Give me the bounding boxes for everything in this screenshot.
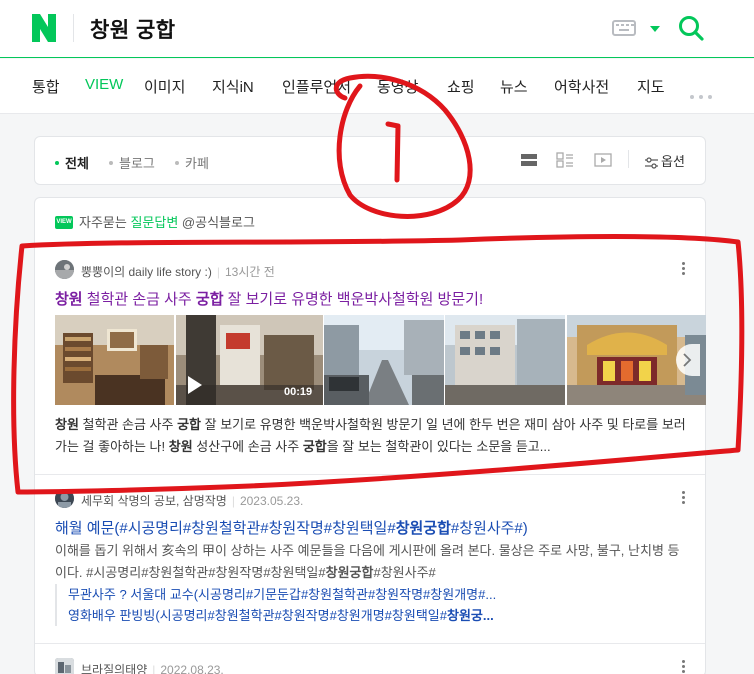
thumbnail-building[interactable]	[445, 315, 565, 405]
video-view-icon[interactable]	[594, 152, 612, 168]
filter-all-label: 전체	[65, 156, 89, 171]
post-time: 2023.05.23.	[239, 494, 304, 508]
naver-logo-icon[interactable]	[32, 14, 56, 42]
keyboard-icon[interactable]	[612, 20, 636, 36]
text-segment: 철학관 손금 사주	[82, 291, 196, 308]
highlight-text: 창원	[55, 417, 79, 432]
search-icon[interactable]	[678, 15, 704, 41]
result-1-title[interactable]: 창원 철학관 손금 사주 궁합 잘 보기로 유명한 백운박사철학원 방문기!	[55, 288, 483, 309]
post-time: 13시간 전	[224, 265, 275, 279]
highlight-text: 창원궁합	[395, 520, 451, 537]
video-duration: 00:19	[284, 386, 313, 398]
text-segment: 성산구에 손금 사주	[192, 439, 303, 454]
highlight-text: 궁합	[302, 439, 327, 454]
result-3-meta: 브라질의태양 | 2022.08.23.	[81, 661, 224, 674]
tab-shopping[interactable]: 쇼핑	[447, 76, 475, 97]
chevron-right-icon	[683, 353, 692, 367]
tab-influencer[interactable]: 인플루언서	[282, 76, 351, 97]
view-badge-icon: VIEW	[55, 216, 73, 230]
thumbnail-office[interactable]	[55, 315, 174, 405]
faq-highlight: 질문답변	[130, 215, 179, 230]
tab-knowledge-in[interactable]: 지식iN	[212, 76, 254, 97]
search-tabs: 통합 VIEW 이미지 지식iN 인플루언서 동영상 쇼핑 뉴스 어학사전 지도	[0, 59, 754, 114]
active-dot-icon	[55, 160, 59, 165]
post-time: 2022.08.23.	[160, 663, 224, 674]
header-divider	[73, 14, 74, 42]
more-options-icon[interactable]	[682, 660, 686, 674]
avatar[interactable]	[55, 489, 74, 508]
tab-news[interactable]: 뉴스	[500, 76, 528, 97]
more-options-icon[interactable]	[682, 491, 686, 506]
thumbnail-street[interactable]	[324, 315, 444, 405]
chevron-down-icon[interactable]	[650, 26, 660, 32]
search-header: 창원 궁합	[0, 0, 754, 58]
text-segment: #창원사주#)	[450, 520, 528, 537]
highlight-text: 궁합	[195, 291, 224, 308]
result-1-description: 창원 철학관 손금 사주 궁합 잘 보기로 유명한 백운박사철학원 방문기 일 …	[55, 414, 687, 458]
options-button[interactable]: 옵션	[645, 151, 685, 170]
result-divider	[35, 474, 705, 475]
result-divider	[35, 643, 705, 644]
dot-icon	[109, 160, 113, 165]
text-segment: 무관사주 ? 서울대 교수(시공명리#기문둔갑#창원철학관#창원작명#창원개명#…	[68, 587, 497, 602]
text-segment: 영화배우 판빙빙(시공명리#창원철학관#창원작명#창원개명#창원택일#	[68, 608, 447, 623]
related-links: 무관사주 ? 서울대 교수(시공명리#기문둔갑#창원철학관#창원작명#창원개명#…	[55, 584, 496, 626]
avatar[interactable]	[55, 658, 74, 674]
settings-sliders-icon	[645, 156, 658, 169]
text-segment: 해월 예문(#시공명리#창원철학관#창원작명#창원택일#	[55, 520, 396, 537]
text-segment: 철학관 손금 사주	[78, 417, 178, 432]
filter-blog-label: 블로그	[119, 156, 155, 171]
play-icon[interactable]	[188, 376, 202, 394]
list-view-icon[interactable]	[520, 152, 538, 168]
result-2-description: 이해를 돕기 위해서 亥속의 甲이 상하는 사주 예문들을 다음에 게시판에 올…	[55, 540, 687, 584]
related-link[interactable]: 영화배우 판빙빙(시공명리#창원철학관#창원작명#창원개명#창원택일#창원궁..…	[68, 605, 496, 626]
highlight-text: 창원궁...	[446, 608, 494, 623]
highlight-text: 창원	[55, 291, 83, 308]
highlight-text: 창원	[168, 439, 193, 454]
author-name[interactable]: 브라질의태양	[81, 663, 147, 674]
text-segment: 을 잘 보는 철학관이 있다는 소문을 듣고...	[326, 439, 551, 454]
related-link[interactable]: 무관사주 ? 서울대 교수(시공명리#기문둔갑#창원철학관#창원작명#창원개명#…	[68, 584, 496, 605]
filter-all[interactable]: 전체	[55, 153, 89, 172]
options-label: 옵션	[661, 154, 685, 169]
faq-suffix: @공식블로그	[178, 215, 255, 230]
tab-integrated[interactable]: 통합	[32, 76, 60, 97]
result-2-title[interactable]: 해월 예문(#시공명리#창원철학관#창원작명#창원택일#창원궁합#창원사주#)	[55, 517, 528, 538]
faq-header[interactable]: VIEW 자주묻는 질문답변 @공식블로그	[55, 212, 255, 231]
more-tabs-icon[interactable]	[690, 86, 717, 104]
result-1-meta: 뿡뿡이의 daily life story :) | 13시간 전	[81, 265, 275, 279]
avatar[interactable]	[55, 260, 74, 279]
tab-images[interactable]: 이미지	[144, 76, 185, 97]
next-thumbnail-button[interactable]	[676, 344, 700, 376]
filter-cafe[interactable]: 카페	[175, 153, 209, 172]
faq-prefix: 자주묻는	[79, 215, 127, 230]
tab-dictionary[interactable]: 어학사전	[554, 76, 609, 97]
dot-icon	[175, 160, 179, 165]
highlight-text: 창원궁합	[325, 565, 374, 580]
author-name[interactable]: 세무회 삭명의 공보, 삼명작명	[81, 494, 227, 508]
filter-cafe-label: 카페	[185, 156, 209, 171]
tab-video[interactable]: 동영상	[377, 76, 418, 97]
tab-view[interactable]: VIEW	[85, 76, 123, 93]
thumbnail-view-icon[interactable]	[556, 152, 574, 168]
search-query-text[interactable]: 창원 궁합	[90, 14, 176, 44]
highlight-text: 궁합	[177, 417, 202, 432]
text-segment: 잘 보기로 유명한 백운박사철학원 방문기!	[223, 291, 484, 308]
author-name[interactable]: 뿡뿡이의 daily life story :)	[81, 265, 212, 279]
tab-map[interactable]: 지도	[637, 76, 665, 97]
thumbnail-strip	[55, 315, 706, 405]
options-divider	[628, 150, 629, 168]
text-segment: #창원사주#	[373, 565, 436, 580]
result-2-meta: 세무회 삭명의 공보, 삼명작명 | 2023.05.23.	[81, 494, 304, 508]
filter-blog[interactable]: 블로그	[109, 153, 155, 172]
more-options-icon[interactable]	[682, 262, 686, 277]
